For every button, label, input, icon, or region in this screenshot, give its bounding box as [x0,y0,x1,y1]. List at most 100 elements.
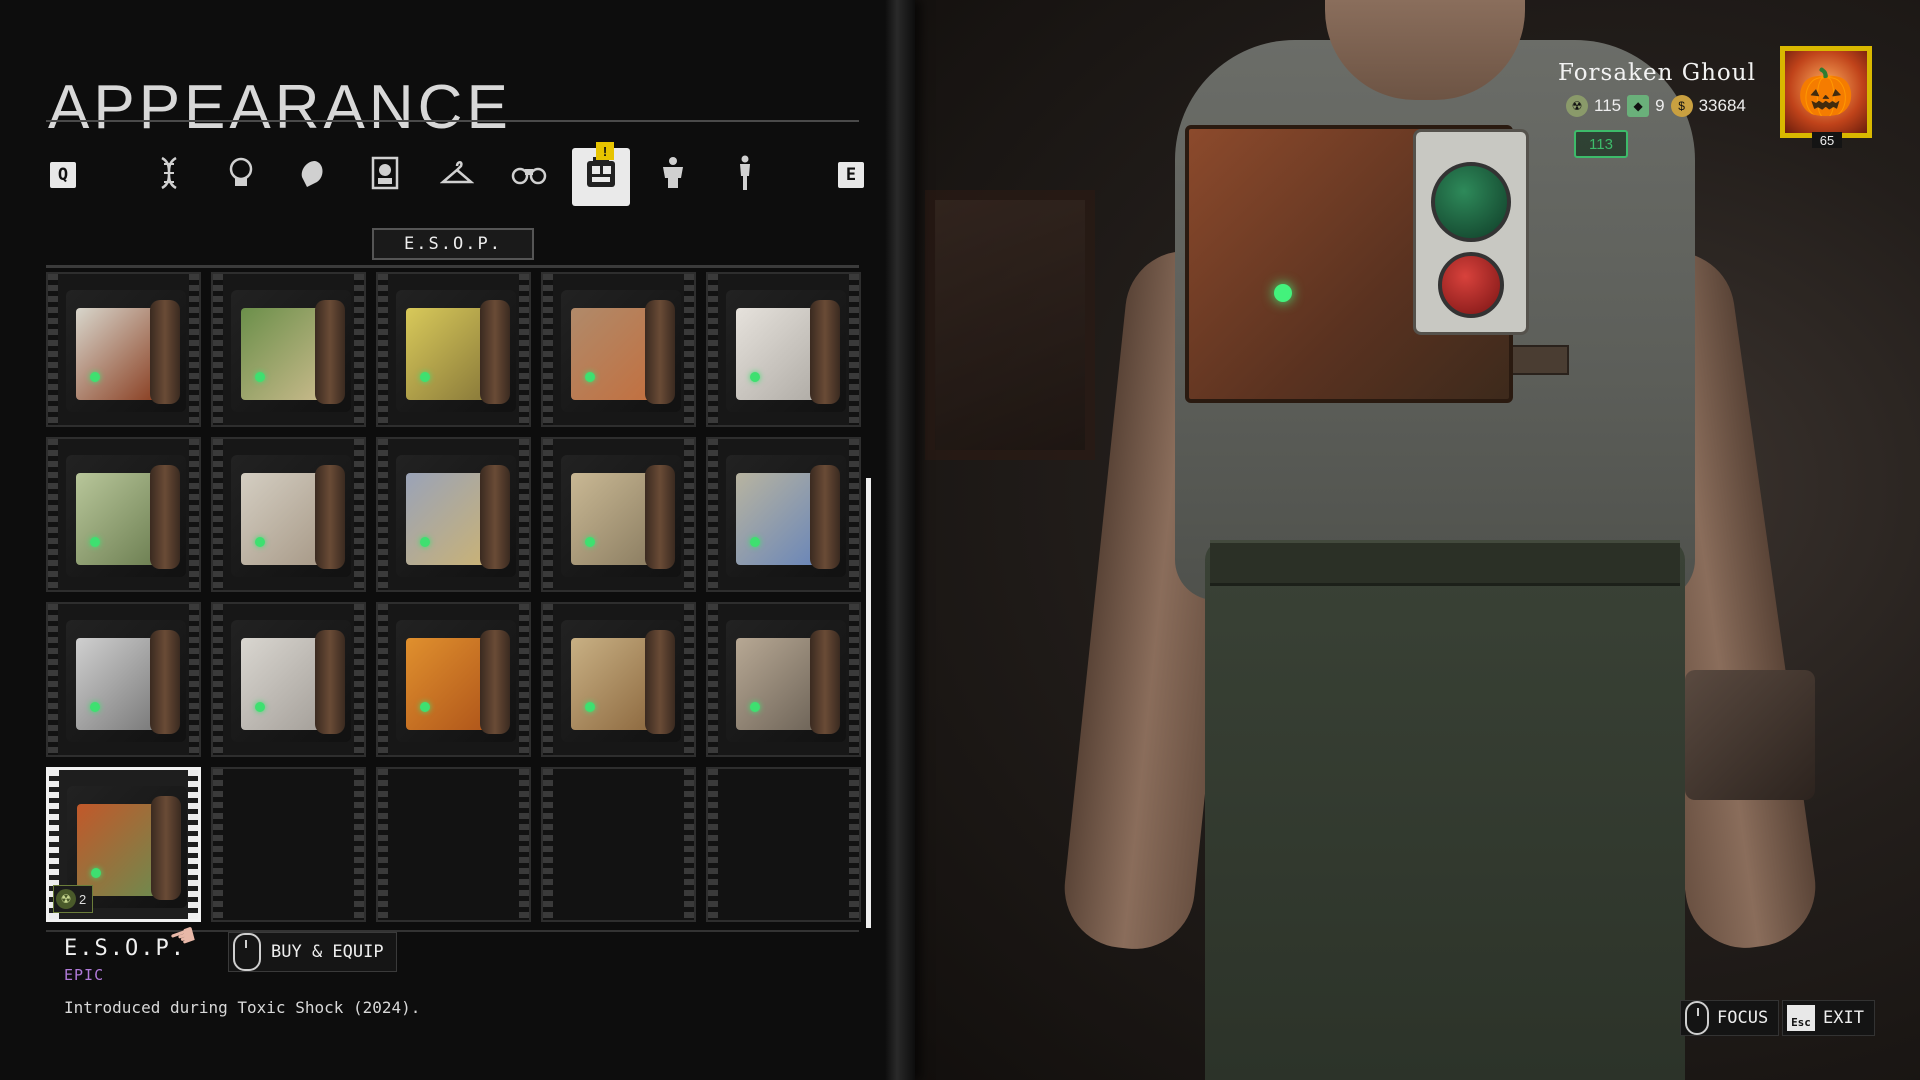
cosmetic-item[interactable] [211,602,366,757]
film-strip-right [684,439,694,590]
pack-led [750,372,760,382]
film-strip-left [378,604,388,755]
cosmetic-item[interactable] [376,437,531,592]
cosmetic-item[interactable]: ☢ 2 [46,767,201,922]
film-strip-left [213,274,223,425]
esop-pack-thumbnail [231,455,351,577]
pack-body [406,308,486,400]
cosmetic-item[interactable] [211,437,366,592]
grid-scrollbar[interactable] [866,478,871,928]
pack-strap [151,796,181,900]
pack-body [241,473,321,565]
film-strip-left [48,274,58,425]
cosmetic-item[interactable] [541,602,696,757]
cosmetic-item[interactable] [706,272,861,427]
pack-led [585,702,595,712]
pack-strap [645,300,675,404]
pack-body [736,308,816,400]
film-strip-right [188,770,198,919]
profile-icon [297,157,329,197]
film-strip-right [354,439,364,590]
esop-pack-thumbnail [231,290,351,412]
category-label: E.S.O.P. [372,228,534,260]
esop-pack-thumbnail [231,620,351,742]
tab-profile[interactable] [284,148,342,206]
exit-label: EXIT [1823,1008,1864,1028]
category-tabs: Q E [46,148,866,208]
esop-pack-thumbnail [66,290,186,412]
mouse-icon [233,933,261,971]
currency-bar: ☢ 115 ◆ 9 $ 33684 [1566,95,1746,117]
pack-body [406,638,486,730]
cosmetic-item[interactable] [376,602,531,757]
cosmetic-item[interactable] [706,437,861,592]
tab-body[interactable] [716,148,774,206]
cosmetic-item[interactable] [541,437,696,592]
appearance-panel: APPEARANCE Q E ! E.S.O.P. ☢ 2 E.S.O.P. E… [0,0,915,1080]
film-strip-right [849,439,859,590]
focus-label: FOCUS [1717,1008,1769,1028]
film-strip-left [708,604,718,755]
film-strip-left [543,604,553,755]
film-strip-right [519,604,529,755]
focus-button[interactable]: FOCUS [1680,1000,1780,1036]
esop-pack-thumbnail [66,455,186,577]
cosmetic-item[interactable] [46,602,201,757]
character-belt [1210,540,1680,586]
pack-strap [315,300,345,404]
esop-pack-thumbnail [396,455,516,577]
exit-button[interactable]: Esc EXIT [1782,1000,1875,1036]
cosmetic-item[interactable] [46,437,201,592]
pack-led [420,372,430,382]
pack-body [241,308,321,400]
device-led [1274,284,1292,302]
tab-head[interactable] [212,148,270,206]
film-strip-left [543,439,553,590]
film-strip-right [849,604,859,755]
film-strip-right [354,769,364,920]
cosmetic-item[interactable] [376,272,531,427]
pack-led [420,537,430,547]
pack-strap [480,630,510,734]
torso-icon [658,156,688,198]
tab-portrait[interactable] [356,148,414,206]
pack-strap [315,465,345,569]
esop-pack-thumbnail [561,290,681,412]
cosmetic-item[interactable] [541,272,696,427]
pack-body [241,638,321,730]
pack-led [750,702,760,712]
title-divider [46,120,859,122]
cosmetic-item[interactable] [46,272,201,427]
cosmetic-item[interactable] [706,602,861,757]
binoculars-icon [511,159,547,195]
film-strip-left [378,274,388,425]
tab-binoculars[interactable] [500,148,558,206]
pack-strap [315,630,345,734]
pack-strap [150,465,180,569]
esop-pack-thumbnail [396,620,516,742]
pack-body [571,638,651,730]
next-tab-key[interactable]: E [838,162,864,188]
pack-body [571,473,651,565]
prev-tab-key[interactable]: Q [50,162,76,188]
money-bag-icon: $ [1670,95,1693,117]
pack-strap [480,300,510,404]
pack-strap [480,465,510,569]
film-strip-left [708,274,718,425]
head-icon [226,156,256,198]
selected-item-rarity: EPIC [64,966,105,984]
pack-led [585,372,595,382]
film-strip-right [354,604,364,755]
tab-dna[interactable] [140,148,198,206]
pack-led [90,537,100,547]
equipped-esop-device [1185,125,1529,403]
tab-torso[interactable] [644,148,702,206]
empty-slot [706,767,861,922]
tab-outfit[interactable] [428,148,486,206]
player-avatar[interactable]: 🎃 [1780,46,1872,138]
pack-led [90,702,100,712]
buy-equip-button[interactable]: BUY & EQUIP [228,932,397,972]
body-icon [733,155,757,199]
cosmetic-item[interactable] [211,272,366,427]
owned-count: 2 [79,891,87,907]
